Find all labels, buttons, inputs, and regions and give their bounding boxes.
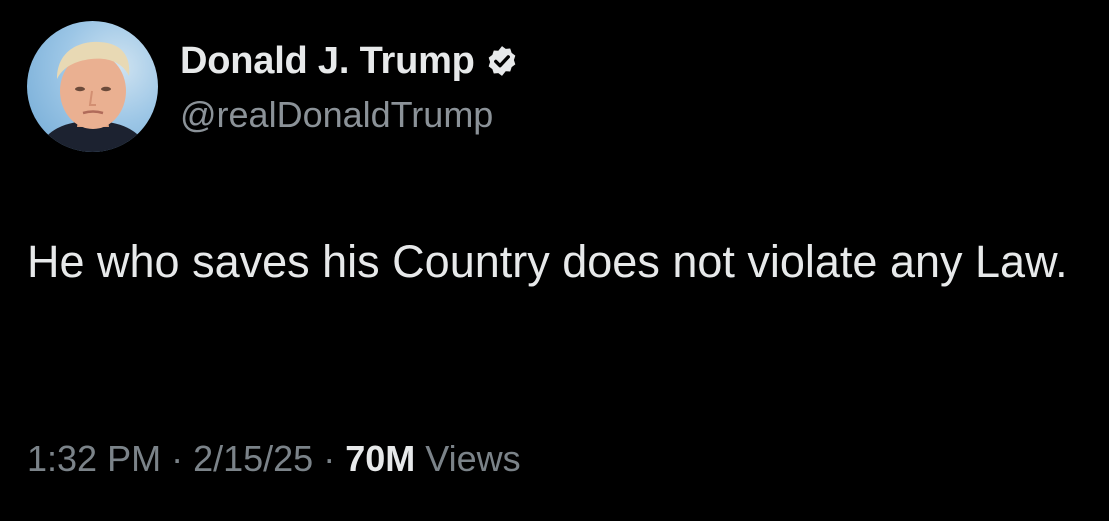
author-display-name[interactable]: Donald J. Trump [180, 40, 475, 83]
meta-separator: · [171, 438, 184, 479]
author-info: Donald J. Trump @realDonaldTrump [180, 36, 519, 136]
author-name-row: Donald J. Trump [180, 36, 519, 86]
views-count[interactable]: 70M [345, 438, 415, 480]
tweet-date[interactable]: 2/15/25 [193, 438, 313, 480]
author-handle[interactable]: @realDonaldTrump [180, 94, 519, 136]
meta-separator: · [323, 438, 336, 479]
avatar[interactable] [27, 21, 158, 152]
tweet-card: Donald J. Trump @realDonaldTrump He who … [0, 0, 1109, 521]
tweet-meta: 1:32 PM · 2/15/25 · 70M Views [27, 438, 521, 480]
verified-badge-icon [485, 44, 519, 78]
tweet-text: He who saves his Country does not violat… [27, 236, 1068, 287]
tweet-time[interactable]: 1:32 PM [27, 438, 161, 480]
avatar-portrait [37, 41, 149, 152]
views-label[interactable]: Views [425, 438, 520, 480]
